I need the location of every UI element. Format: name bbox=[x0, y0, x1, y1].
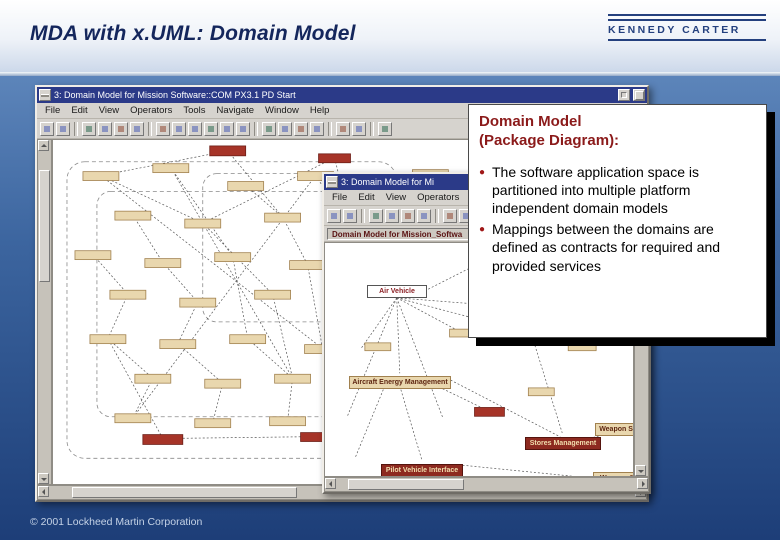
toolbar-separator bbox=[254, 122, 258, 136]
scroll-down-icon[interactable] bbox=[38, 473, 49, 484]
scroll-up-icon[interactable] bbox=[38, 140, 49, 151]
toolbar-button[interactable] bbox=[352, 122, 366, 136]
toolbar-button[interactable] bbox=[310, 122, 324, 136]
maximize-icon bbox=[635, 91, 644, 100]
callout-box: Domain Model (Package Diagram): ● The so… bbox=[468, 104, 767, 338]
bullet-text: The software application space is partit… bbox=[492, 163, 740, 218]
toolbar-button[interactable] bbox=[417, 209, 431, 223]
scroll-track[interactable] bbox=[38, 151, 51, 473]
toolbar-button[interactable] bbox=[220, 122, 234, 136]
logo-text: KENNEDY CARTER bbox=[608, 24, 766, 36]
toolbar-separator bbox=[435, 209, 439, 223]
scroll-left-icon[interactable] bbox=[38, 486, 49, 497]
w1-vertical-scrollbar[interactable] bbox=[37, 139, 52, 485]
toolbar-button[interactable] bbox=[82, 122, 96, 136]
callout-heading: Domain Model bbox=[479, 113, 756, 132]
toolbar-button[interactable] bbox=[188, 122, 202, 136]
w1-minimize-button[interactable] bbox=[618, 89, 630, 101]
scroll-right-icon[interactable] bbox=[637, 478, 648, 489]
toolbar-button[interactable] bbox=[336, 122, 350, 136]
kennedy-carter-logo: KENNEDY CARTER bbox=[608, 14, 766, 44]
header-separator bbox=[0, 72, 780, 76]
logo-rule-top-2 bbox=[608, 19, 766, 21]
toolbar-button[interactable] bbox=[401, 209, 415, 223]
toolbar-button[interactable] bbox=[343, 209, 357, 223]
diagram-box-weapon-sy[interactable]: Weapon Sy bbox=[595, 423, 634, 436]
w2-menu-operators[interactable]: Operators bbox=[417, 192, 459, 203]
diagram-box-air-vehicle[interactable]: Air Vehicle bbox=[367, 285, 427, 298]
toolbar-button[interactable] bbox=[327, 209, 341, 223]
diagram-box-aircraft-energy-management[interactable]: Aircraft Energy Management bbox=[349, 376, 451, 389]
w1-menu-file[interactable]: File bbox=[45, 105, 60, 116]
toolbar-button[interactable] bbox=[156, 122, 170, 136]
toolbar-button[interactable] bbox=[262, 122, 276, 136]
w1-menu-help[interactable]: Help bbox=[310, 105, 330, 116]
toolbar-button[interactable] bbox=[443, 209, 457, 223]
toolbar-button[interactable] bbox=[278, 122, 292, 136]
toolbar-button[interactable] bbox=[294, 122, 308, 136]
scroll-left-icon[interactable] bbox=[325, 478, 336, 489]
w2-menu-view[interactable]: View bbox=[386, 192, 406, 203]
toolbar-button[interactable] bbox=[385, 209, 399, 223]
window-menu-icon bbox=[328, 181, 336, 184]
w1-menu-window[interactable]: Window bbox=[265, 105, 299, 116]
toolbar-button[interactable] bbox=[172, 122, 186, 136]
toolbar-button[interactable] bbox=[378, 122, 392, 136]
presentation-slide: MDA with x.UML: Domain Model KENNEDY CAR… bbox=[0, 0, 780, 540]
w1-maximize-button[interactable] bbox=[633, 89, 645, 101]
w1-window-title: 3: Domain Model for Mission Software::CO… bbox=[54, 90, 615, 100]
callout-bullet-list: ● The software application space is part… bbox=[479, 163, 756, 276]
scroll-thumb[interactable] bbox=[39, 170, 50, 281]
scroll-thumb[interactable] bbox=[348, 479, 464, 490]
w2-window-menu-button[interactable] bbox=[326, 176, 338, 188]
toolbar-button[interactable] bbox=[130, 122, 144, 136]
diagram-box-stores-management[interactable]: Stores Management bbox=[525, 437, 601, 450]
toolbar-button[interactable] bbox=[56, 122, 70, 136]
toolbar-button[interactable] bbox=[369, 209, 383, 223]
toolbar-button[interactable] bbox=[204, 122, 218, 136]
logo-rule-bottom bbox=[608, 39, 766, 41]
scroll-track[interactable] bbox=[336, 478, 637, 491]
w2-menu-edit[interactable]: Edit bbox=[358, 192, 374, 203]
w2-horizontal-scrollbar[interactable] bbox=[324, 477, 649, 492]
minimize-icon bbox=[621, 92, 627, 98]
bullet-item: ● The software application space is part… bbox=[479, 163, 756, 218]
w1-menu-tools[interactable]: Tools bbox=[183, 105, 205, 116]
w1-menu-view[interactable]: View bbox=[99, 105, 119, 116]
toolbar-button[interactable] bbox=[114, 122, 128, 136]
w1-titlebar[interactable]: 3: Domain Model for Mission Software::CO… bbox=[37, 87, 647, 103]
scroll-thumb[interactable] bbox=[72, 487, 297, 498]
scroll-down-icon[interactable] bbox=[635, 465, 646, 476]
toolbar-separator bbox=[370, 122, 374, 136]
w2-menu-file[interactable]: File bbox=[332, 192, 347, 203]
logo-rule-top-1 bbox=[608, 14, 766, 16]
bullet-icon: ● bbox=[479, 163, 492, 218]
copyright-footer: © 2001 Lockheed Martin Corporation bbox=[30, 516, 202, 528]
slide-title: MDA with x.UML: Domain Model bbox=[30, 22, 356, 46]
callout-subheading: (Package Diagram): bbox=[479, 132, 756, 151]
bullet-icon: ● bbox=[479, 220, 492, 275]
diagram-box-pilot-vehicle-interface[interactable]: Pilot Vehicle Interface bbox=[381, 464, 463, 477]
toolbar-button[interactable] bbox=[98, 122, 112, 136]
toolbar-separator bbox=[74, 122, 78, 136]
toolbar-separator bbox=[148, 122, 152, 136]
toolbar-button[interactable] bbox=[40, 122, 54, 136]
w1-window-menu-button[interactable] bbox=[39, 89, 51, 101]
toolbar-separator bbox=[361, 209, 365, 223]
w1-menu-edit[interactable]: Edit bbox=[71, 105, 87, 116]
bullet-text: Mappings between the domains are defined… bbox=[492, 220, 740, 275]
w1-menu-operators[interactable]: Operators bbox=[130, 105, 172, 116]
toolbar-separator bbox=[328, 122, 332, 136]
w1-menu-navigate[interactable]: Navigate bbox=[217, 105, 255, 116]
diagram-box-weapon-amp[interactable]: Weapon & bbox=[593, 472, 634, 477]
bullet-item: ● Mappings between the domains are defin… bbox=[479, 220, 756, 275]
window-menu-icon bbox=[41, 94, 49, 97]
toolbar-button[interactable] bbox=[236, 122, 250, 136]
